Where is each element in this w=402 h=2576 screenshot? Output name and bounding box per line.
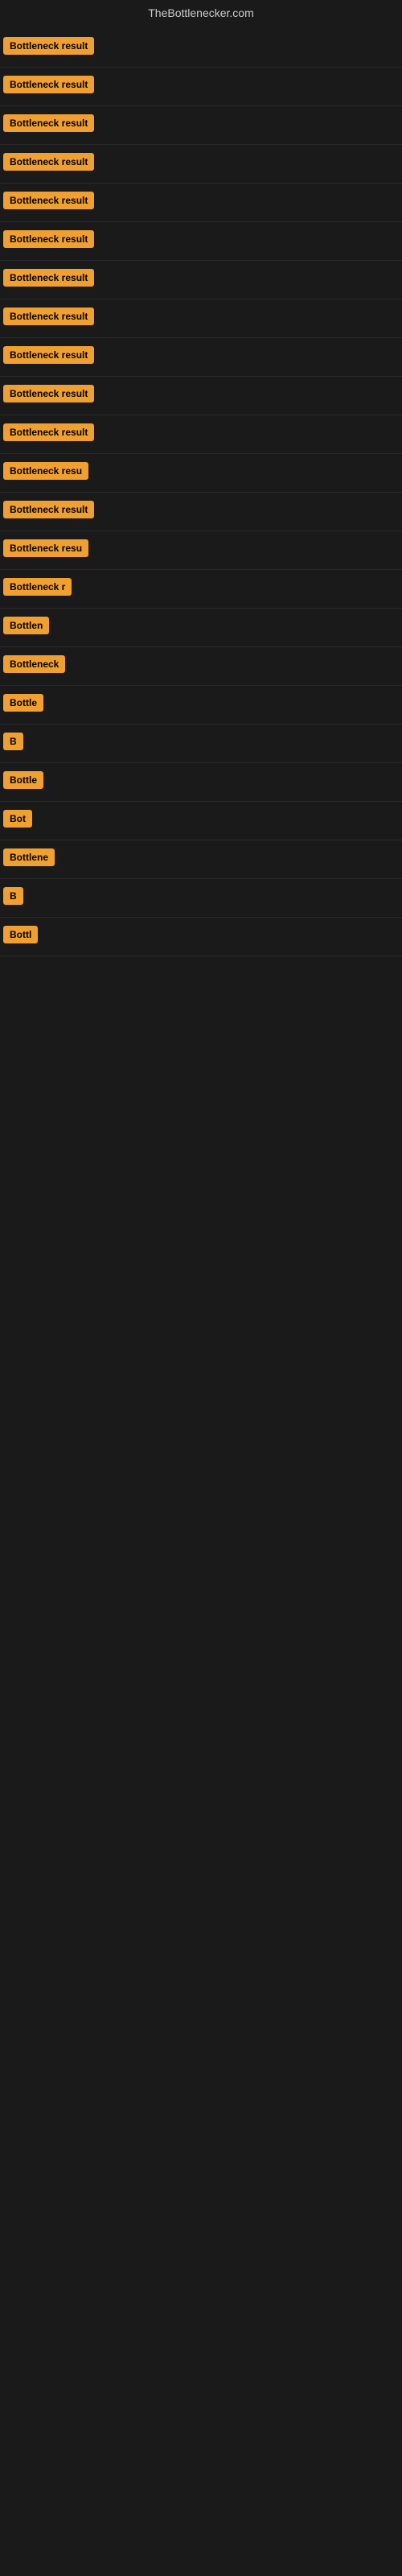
badge-container: Bottleneck result bbox=[0, 269, 94, 291]
badge-container: Bottleneck result bbox=[0, 423, 94, 445]
site-title: TheBottlenecker.com bbox=[148, 6, 254, 19]
badge-container: Bottlene bbox=[0, 848, 55, 870]
result-row: Bottlen bbox=[0, 609, 402, 647]
result-row: Bottleneck result bbox=[0, 338, 402, 377]
bottleneck-result-badge[interactable]: Bottleneck result bbox=[3, 308, 94, 325]
result-row: Bottleneck result bbox=[0, 29, 402, 68]
result-row: Bottle bbox=[0, 686, 402, 724]
badge-container: Bottl bbox=[0, 926, 38, 947]
bottleneck-result-badge[interactable]: Bottleneck result bbox=[3, 37, 94, 55]
badge-container: Bottleneck result bbox=[0, 76, 94, 97]
result-row: Bottleneck result bbox=[0, 415, 402, 454]
result-row: Bottleneck result bbox=[0, 261, 402, 299]
badge-container: Bottleneck result bbox=[0, 501, 94, 522]
result-row: Bottle bbox=[0, 763, 402, 802]
badge-container: Bottleneck result bbox=[0, 346, 94, 368]
bottleneck-result-badge[interactable]: Bottl bbox=[3, 926, 38, 943]
result-row: Bottleneck result bbox=[0, 299, 402, 338]
bottleneck-result-badge[interactable]: Bottle bbox=[3, 694, 43, 712]
result-row: Bottleneck result bbox=[0, 106, 402, 145]
bottleneck-result-badge[interactable]: Bottleneck bbox=[3, 655, 65, 673]
badge-container: Bottleneck result bbox=[0, 153, 94, 175]
badge-container: Bottlen bbox=[0, 617, 49, 638]
bottleneck-result-badge[interactable]: Bottleneck result bbox=[3, 501, 94, 518]
result-row: Bottl bbox=[0, 918, 402, 956]
bottleneck-result-badge[interactable]: B bbox=[3, 887, 23, 905]
badge-container: Bottleneck result bbox=[0, 37, 94, 59]
bottleneck-result-badge[interactable]: Bottleneck resu bbox=[3, 539, 88, 557]
bottleneck-result-badge[interactable]: Bottlen bbox=[3, 617, 49, 634]
badge-container: Bottleneck bbox=[0, 655, 65, 677]
result-row: Bottleneck result bbox=[0, 493, 402, 531]
result-row: Bottleneck result bbox=[0, 222, 402, 261]
site-header: TheBottlenecker.com bbox=[0, 0, 402, 29]
bottleneck-result-badge[interactable]: Bottleneck result bbox=[3, 76, 94, 93]
badge-container: Bottleneck resu bbox=[0, 539, 88, 561]
badge-container: B bbox=[0, 733, 23, 754]
result-row: Bot bbox=[0, 802, 402, 840]
result-row: Bottleneck resu bbox=[0, 531, 402, 570]
bottleneck-result-badge[interactable]: Bottleneck r bbox=[3, 578, 72, 596]
bottleneck-result-badge[interactable]: Bottle bbox=[3, 771, 43, 789]
bottleneck-result-badge[interactable]: Bottleneck resu bbox=[3, 462, 88, 480]
result-row: Bottleneck result bbox=[0, 145, 402, 184]
badge-container: Bottleneck result bbox=[0, 114, 94, 136]
badge-container: Bottleneck result bbox=[0, 230, 94, 252]
badge-container: Bot bbox=[0, 810, 32, 832]
badge-container: Bottleneck result bbox=[0, 192, 94, 213]
bottleneck-result-badge[interactable]: Bottleneck result bbox=[3, 269, 94, 287]
bottleneck-result-badge[interactable]: Bot bbox=[3, 810, 32, 828]
result-row: Bottleneck result bbox=[0, 68, 402, 106]
bottleneck-result-badge[interactable]: B bbox=[3, 733, 23, 750]
result-row: Bottleneck result bbox=[0, 184, 402, 222]
bottleneck-result-badge[interactable]: Bottleneck result bbox=[3, 423, 94, 441]
result-row: B bbox=[0, 879, 402, 918]
result-row: Bottleneck r bbox=[0, 570, 402, 609]
badge-container: B bbox=[0, 887, 23, 909]
result-row: B bbox=[0, 724, 402, 763]
bottleneck-result-badge[interactable]: Bottleneck result bbox=[3, 385, 94, 402]
result-row: Bottleneck result bbox=[0, 377, 402, 415]
bottleneck-result-badge[interactable]: Bottlene bbox=[3, 848, 55, 866]
bottleneck-result-badge[interactable]: Bottleneck result bbox=[3, 230, 94, 248]
result-row: Bottleneck bbox=[0, 647, 402, 686]
bottleneck-result-badge[interactable]: Bottleneck result bbox=[3, 153, 94, 171]
result-row: Bottlene bbox=[0, 840, 402, 879]
bottleneck-result-badge[interactable]: Bottleneck result bbox=[3, 346, 94, 364]
badge-container: Bottleneck result bbox=[0, 308, 94, 329]
badge-container: Bottleneck resu bbox=[0, 462, 88, 484]
badge-container: Bottle bbox=[0, 771, 43, 793]
results-list: Bottleneck result Bottleneck result Bottle… bbox=[0, 29, 402, 956]
bottleneck-result-badge[interactable]: Bottleneck result bbox=[3, 114, 94, 132]
badge-container: Bottleneck r bbox=[0, 578, 72, 600]
result-row: Bottleneck resu bbox=[0, 454, 402, 493]
badge-container: Bottle bbox=[0, 694, 43, 716]
badge-container: Bottleneck result bbox=[0, 385, 94, 407]
bottleneck-result-badge[interactable]: Bottleneck result bbox=[3, 192, 94, 209]
